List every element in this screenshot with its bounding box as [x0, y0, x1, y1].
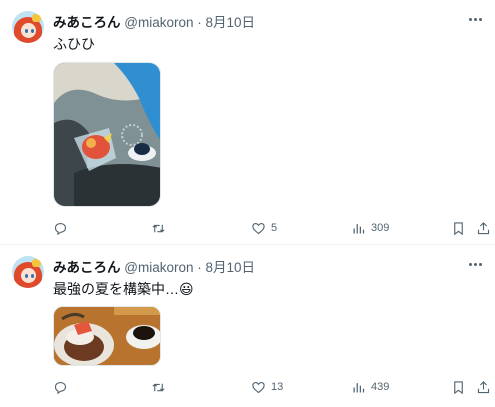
bookmark-button[interactable]	[451, 377, 466, 397]
retweet-icon	[152, 383, 165, 391]
author-name[interactable]: みあころん	[53, 15, 121, 30]
heart-icon	[252, 222, 265, 234]
post-image[interactable]	[53, 306, 161, 366]
post-header: みあころん @miakoron · 8月10日	[53, 259, 255, 277]
share-icon	[477, 221, 490, 234]
separator: ·	[197, 15, 202, 30]
share-button[interactable]	[476, 218, 491, 238]
post-image[interactable]	[53, 62, 161, 207]
post-date[interactable]: 8月10日	[206, 260, 256, 275]
reply-button[interactable]	[53, 377, 73, 397]
share-button[interactable]	[476, 377, 491, 397]
like-count: 13	[271, 381, 284, 393]
views-count: 309	[371, 222, 390, 234]
views-icon	[353, 223, 365, 233]
post-text: ふひひ	[53, 36, 95, 52]
dessert-photo	[54, 307, 160, 365]
reply-icon	[54, 222, 67, 235]
views-icon	[353, 382, 365, 392]
more-icon[interactable]	[464, 255, 486, 273]
retweet-icon	[152, 224, 165, 232]
retweet-button[interactable]	[151, 377, 171, 397]
bookmark-button[interactable]	[451, 218, 466, 238]
keychain-photo	[54, 63, 160, 206]
post-text: 最強の夏を構築中…😃	[53, 281, 194, 297]
like-count: 5	[271, 222, 278, 234]
views-button[interactable]: 439	[351, 377, 389, 397]
post-date[interactable]: 8月10日	[206, 15, 256, 30]
post-header: みあころん @miakoron · 8月10日	[53, 14, 255, 32]
like-button[interactable]: 5	[251, 218, 277, 238]
author-name[interactable]: みあころん	[53, 260, 121, 275]
avatar[interactable]	[12, 256, 44, 288]
author-handle[interactable]: @miakoron	[124, 15, 193, 30]
like-button[interactable]: 13	[251, 377, 283, 397]
action-bar: 13 439	[0, 377, 495, 397]
share-icon	[477, 380, 490, 393]
bookmark-icon	[454, 380, 463, 394]
avatar[interactable]	[12, 11, 44, 43]
bookmark-icon	[454, 221, 463, 235]
action-bar: 5 309	[0, 218, 495, 238]
views-button[interactable]: 309	[351, 218, 389, 238]
more-icon[interactable]	[464, 10, 486, 28]
views-count: 439	[371, 381, 390, 393]
heart-icon	[252, 381, 265, 393]
reply-icon	[54, 381, 67, 394]
post[interactable]: みあころん @miakoron · 8月10日 ふひひ 5 309	[0, 0, 495, 244]
retweet-button[interactable]	[151, 218, 171, 238]
author-handle[interactable]: @miakoron	[124, 260, 193, 275]
separator: ·	[197, 260, 202, 275]
reply-button[interactable]	[53, 218, 73, 238]
